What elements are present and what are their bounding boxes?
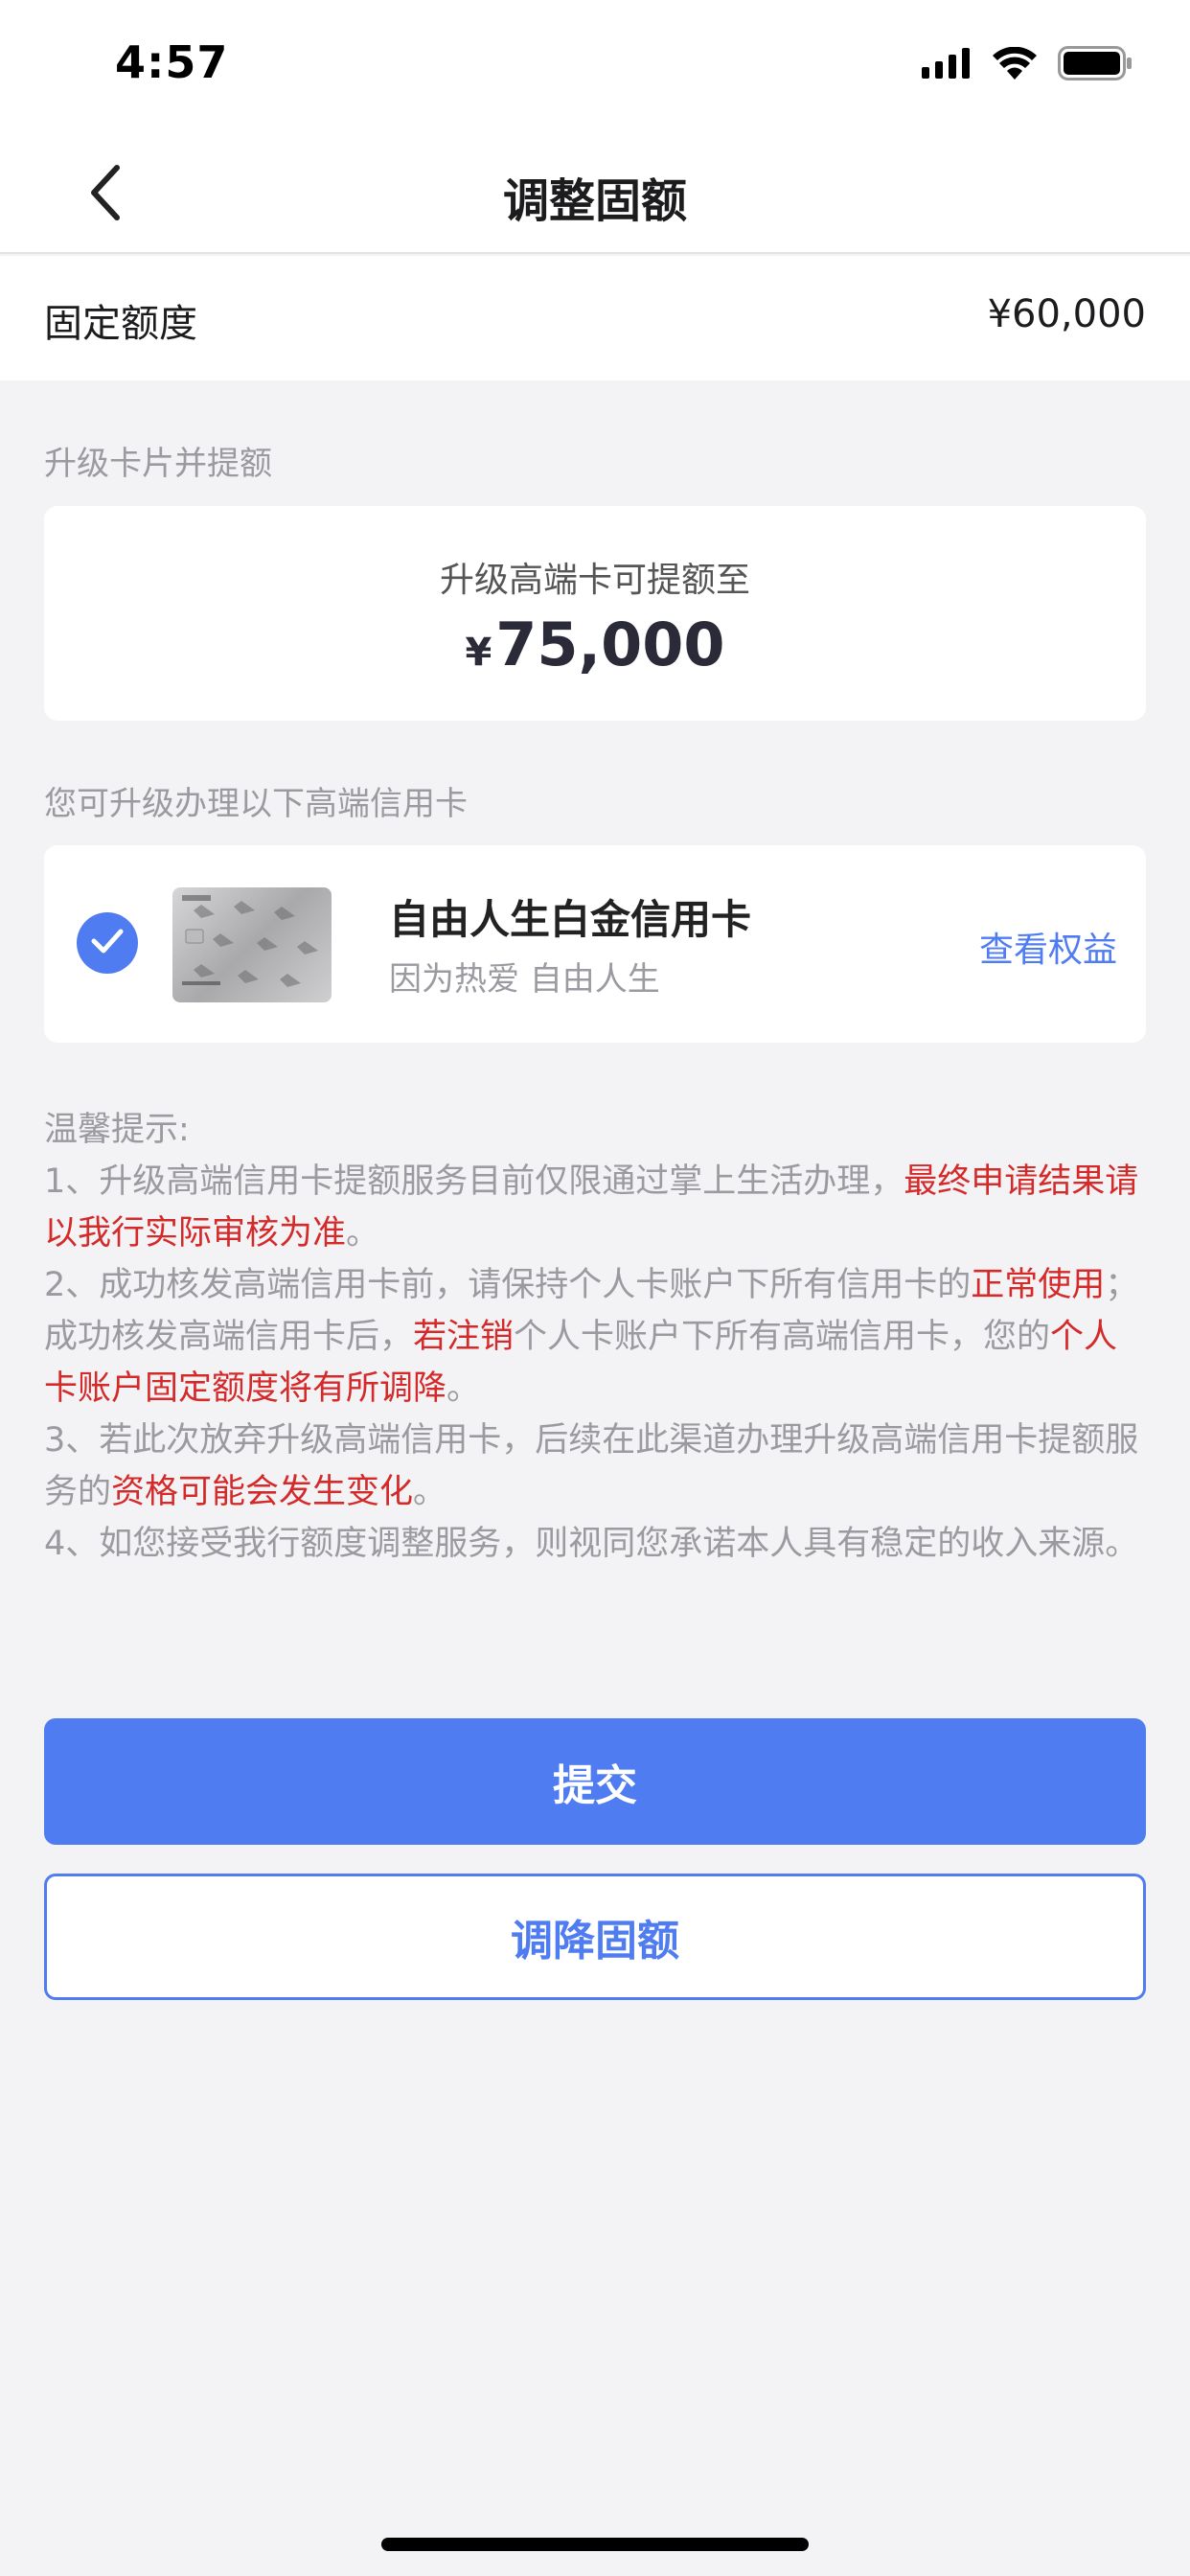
card-name: 自由人生白金信用卡 — [389, 896, 752, 943]
page-title: 调整固额 — [502, 174, 687, 228]
battery-icon — [1058, 46, 1133, 84]
upgrade-section-label: 升级卡片并提额 — [44, 445, 272, 483]
checkmark-icon — [90, 927, 125, 959]
upgrade-subtitle: 升级高端卡可提额至 — [439, 561, 750, 600]
submit-button[interactable]: 提交 — [44, 1718, 1146, 1845]
card-slogan: 因为热爱 自由人生 — [389, 960, 660, 999]
card-select-checkbox[interactable] — [77, 912, 138, 974]
tip-item: 2、成功核发高端信用卡前，请保持个人卡账户下所有信用卡的正常使用；成功核发高端信… — [44, 1259, 1146, 1414]
tip-text: 2、成功核发高端信用卡前，请保持个人卡账户下所有信用卡的 — [44, 1266, 972, 1304]
tip-highlight-text: 正常使用 — [971, 1266, 1106, 1304]
tips-title: 温馨提示: — [44, 1111, 190, 1149]
tip-item: 4、如您接受我行额度调整服务，则视同您承诺本人具有稳定的收入来源。 — [44, 1518, 1146, 1570]
currency-symbol: ¥ — [465, 631, 492, 675]
tip-text: 。 — [346, 1214, 380, 1253]
fixed-limit-label: 固定额度 — [44, 302, 197, 346]
tip-highlight-text: 资格可能会发生变化 — [111, 1473, 414, 1511]
status-time: 4:57 — [115, 36, 229, 88]
upgrade-amount-card: 升级高端卡可提额至 ¥75,000 — [44, 506, 1146, 721]
decrease-limit-button[interactable]: 调降固额 — [44, 1874, 1146, 2000]
home-indicator — [381, 2538, 809, 2551]
card-section-label: 您可升级办理以下高端信用卡 — [44, 785, 468, 823]
status-icons — [922, 46, 1133, 84]
tips-list: 1、升级高端信用卡提额服务目前仅限通过掌上生活办理，最终申请结果请以我行实际审核… — [44, 1156, 1146, 1570]
tip-text: 4、如您接受我行额度调整服务，则视同您承诺本人具有稳定的收入来源。 — [44, 1525, 1139, 1563]
tip-text: 。 — [446, 1369, 481, 1408]
wifi-icon — [993, 46, 1037, 83]
upgrade-amount: ¥75,000 — [44, 610, 1146, 679]
nav-bar: 调整固额 — [0, 134, 1190, 254]
card-option[interactable]: 自由人生白金信用卡 因为热爱 自由人生 查看权益 — [44, 845, 1146, 1043]
fixed-limit-row: 固定额度 ¥60,000 — [0, 256, 1190, 380]
tip-item: 1、升级高端信用卡提额服务目前仅限通过掌上生活办理，最终申请结果请以我行实际审核… — [44, 1156, 1146, 1259]
cellular-signal-icon — [922, 48, 972, 82]
tip-item: 3、若此次放弃升级高端信用卡，后续在此渠道办理升级高端信用卡提额服务的资格可能会… — [44, 1414, 1146, 1518]
tip-text: 。 — [413, 1473, 447, 1511]
tip-text: 个人卡账户下所有高端信用卡，您的 — [514, 1318, 1051, 1356]
status-bar: 4:57 — [0, 0, 1190, 134]
tip-highlight-text: 若注销 — [413, 1318, 515, 1356]
upgrade-amount-value: 75,000 — [495, 610, 725, 679]
fixed-limit-value: ¥60,000 — [987, 292, 1146, 336]
view-benefits-link[interactable]: 查看权益 — [979, 922, 1117, 972]
tip-text: 1、升级高端信用卡提额服务目前仅限通过掌上生活办理， — [44, 1162, 904, 1201]
tips-section: 温馨提示: 1、升级高端信用卡提额服务目前仅限通过掌上生活办理，最终申请结果请以… — [44, 1104, 1146, 1570]
credit-card-image — [172, 887, 332, 1002]
